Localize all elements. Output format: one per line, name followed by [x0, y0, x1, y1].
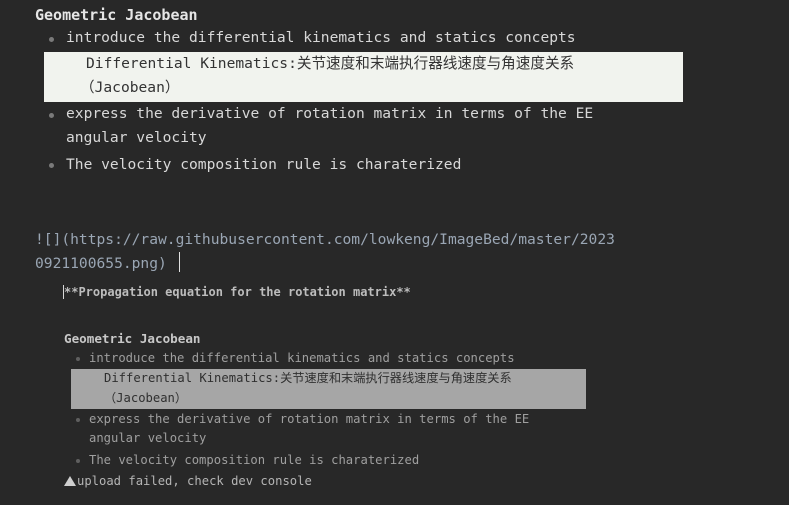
- upload-status-text: upload failed, check dev console: [77, 474, 312, 488]
- bold-heading: **Propagation equation for the rotation …: [63, 285, 411, 299]
- bullet-icon: [76, 357, 80, 361]
- bullet-icon: [76, 459, 80, 463]
- bullet-icon: [49, 37, 54, 42]
- highlighted-line: Differential Kinematics:关节速度和末端执行器线速度与角速…: [86, 55, 575, 72]
- highlighted-line: （Jacobean）: [80, 79, 180, 96]
- upload-status: upload failed, check dev console: [64, 472, 312, 490]
- warning-triangle-icon: [64, 476, 76, 486]
- text-cursor: [179, 252, 180, 272]
- list-item[interactable]: The velocity composition rule is charate…: [66, 153, 461, 177]
- bullet-icon: [49, 163, 54, 168]
- list-item[interactable]: introduce the differential kinematics an…: [66, 26, 576, 50]
- bullet-icon: [49, 113, 54, 118]
- image-markdown-line[interactable]: ![](https://raw.githubusercontent.com/lo…: [35, 228, 615, 252]
- preview-heading: Geometric Jacobean: [64, 331, 201, 346]
- image-markdown-line[interactable]: 0921100655.png): [35, 252, 167, 276]
- list-item-continuation: angular velocity: [89, 431, 207, 445]
- list-item: The velocity composition rule is charate…: [89, 453, 420, 467]
- bullet-icon: [76, 418, 80, 422]
- list-item: express the derivative of rotation matri…: [89, 412, 530, 426]
- list-item[interactable]: express the derivative of rotation matri…: [66, 102, 593, 126]
- list-item: introduce the differential kinematics an…: [89, 351, 515, 365]
- highlighted-line: （Jacobean）: [104, 391, 188, 405]
- markdown-editor[interactable]: Geometric Jacobean introduce the differe…: [0, 0, 789, 505]
- section-heading: Geometric Jacobean: [35, 6, 198, 24]
- highlighted-line: Differential Kinematics:关节速度和末端执行器线速度与角速…: [104, 371, 512, 385]
- list-item-continuation[interactable]: angular velocity: [66, 126, 207, 150]
